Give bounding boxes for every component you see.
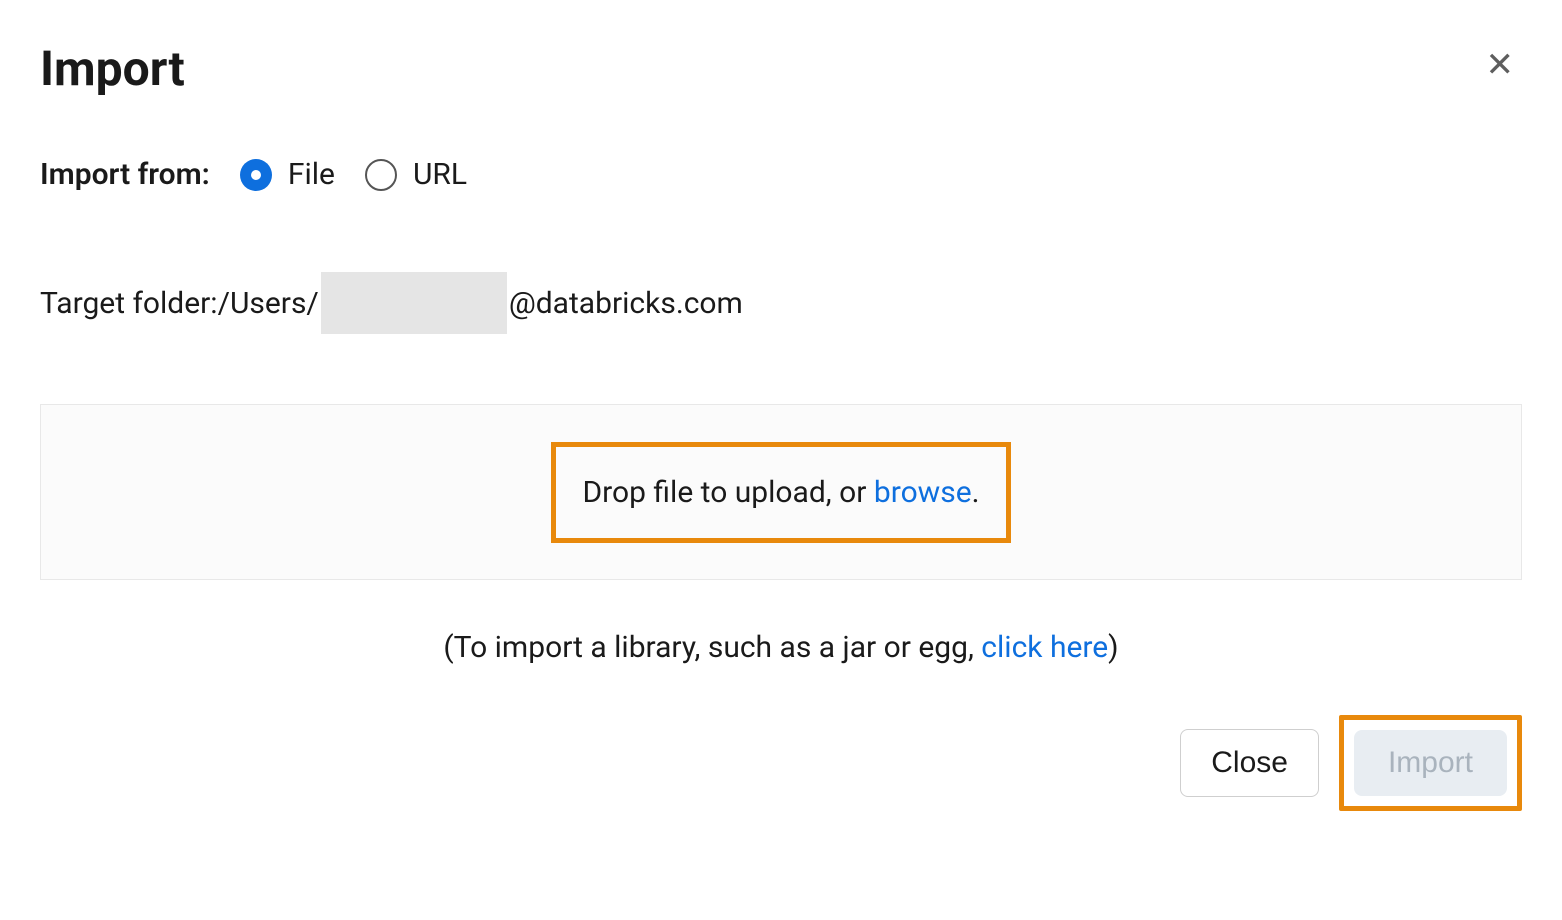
target-folder-row: Target folder: /Users/ @databricks.com (40, 272, 1522, 334)
import-button-highlight: Import (1339, 715, 1522, 811)
radio-file[interactable]: File (240, 157, 335, 192)
target-folder-prefix: /Users/ (218, 286, 319, 321)
radio-url-label: URL (413, 157, 467, 192)
radio-selected-icon (240, 159, 272, 191)
library-hint-before: (To import a library, such as a jar or e… (443, 630, 981, 665)
library-import-hint: (To import a library, such as a jar or e… (40, 630, 1522, 665)
import-from-label: Import from: (40, 157, 210, 192)
library-hint-after: ) (1108, 630, 1118, 665)
file-dropzone[interactable]: Drop file to upload, or browse. (40, 404, 1522, 580)
browse-link[interactable]: browse (874, 475, 972, 510)
close-icon[interactable]: ✕ (1478, 40, 1523, 90)
modal-title: Import (40, 40, 185, 97)
redacted-username (321, 272, 507, 334)
radio-unselected-icon (365, 159, 397, 191)
target-folder-label: Target folder: (40, 286, 218, 321)
library-click-here-link[interactable]: click here (981, 630, 1108, 665)
dropzone-after: . (972, 475, 980, 510)
dropzone-highlight: Drop file to upload, or browse. (551, 442, 1010, 543)
radio-file-label: File (288, 157, 335, 192)
radio-url[interactable]: URL (365, 157, 467, 192)
import-button[interactable]: Import (1354, 730, 1507, 796)
close-button[interactable]: Close (1180, 729, 1319, 797)
dropzone-text: Drop file to upload, or (582, 475, 873, 510)
target-folder-suffix: @databricks.com (509, 286, 743, 321)
